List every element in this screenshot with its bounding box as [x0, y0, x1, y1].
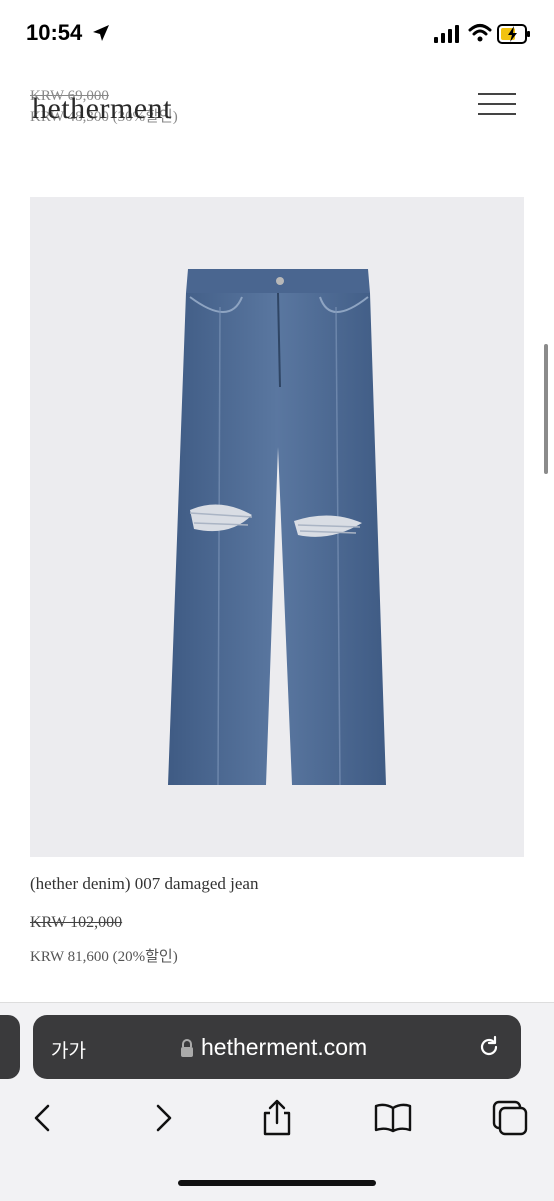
battery-charging-icon [497, 24, 530, 44]
wifi-icon [468, 24, 492, 42]
reload-icon[interactable] [477, 1035, 501, 1059]
lock-icon [181, 1039, 193, 1057]
tabs-icon[interactable] [488, 1096, 532, 1140]
product-image[interactable] [30, 197, 524, 857]
status-time: 10:54 [26, 20, 83, 45]
product-original-price: KRW 102,000 [30, 914, 123, 931]
share-icon[interactable] [255, 1096, 299, 1140]
back-icon[interactable] [22, 1096, 66, 1140]
home-indicator[interactable] [178, 1180, 376, 1186]
text-size-button[interactable]: 가가 [51, 1036, 86, 1063]
product-name[interactable]: (hether denim) 007 damaged jean [30, 874, 258, 894]
site-logo[interactable]: hetherment [32, 92, 172, 126]
bookmarks-icon[interactable] [371, 1096, 415, 1140]
scroll-indicator[interactable] [544, 344, 548, 474]
cellular-signal-icon [434, 25, 459, 43]
forward-icon[interactable] [140, 1096, 184, 1140]
product-sale-price: KRW 81,600 (20%할인) [30, 949, 178, 965]
hamburger-menu-icon[interactable] [478, 93, 518, 117]
url-text[interactable]: hetherment.com [201, 1034, 367, 1061]
address-bar[interactable]: 가가 hetherment.com [33, 1015, 521, 1079]
location-arrow-icon [93, 25, 109, 41]
previous-tab-preview[interactable] [0, 1015, 20, 1079]
status-bar: 10:54 [0, 0, 554, 68]
denim-jeans-illustration [168, 269, 386, 786]
